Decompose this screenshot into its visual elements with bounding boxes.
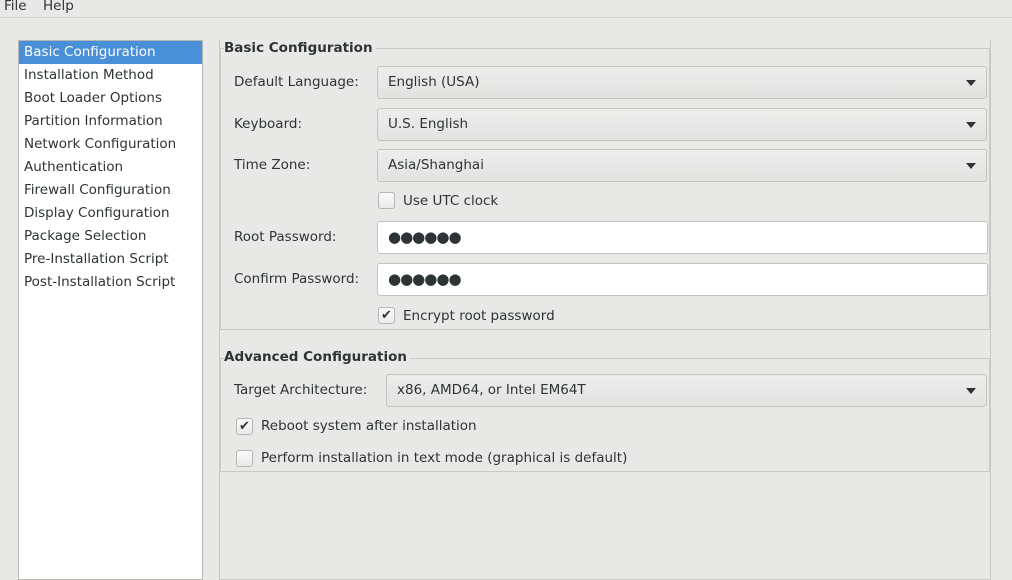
keyboard-label: Keyboard:	[234, 116, 303, 132]
encrypt-root-password-label: Encrypt root password	[403, 308, 555, 324]
advanced-configuration-title: Advanced Configuration	[224, 349, 410, 365]
target-architecture-label: Target Architecture:	[234, 382, 368, 398]
keyboard-value: U.S. English	[388, 116, 469, 132]
sidebar-item-installation-method[interactable]: Installation Method	[19, 64, 202, 87]
checkmark-icon: ✔	[239, 419, 250, 434]
confirm-password-input[interactable]: ●●●●●●	[377, 263, 988, 296]
basic-configuration-title: Basic Configuration	[224, 40, 376, 56]
default-language-value: English (USA)	[388, 74, 480, 90]
chevron-down-icon	[966, 388, 976, 394]
sidebar-item-post-installation-script[interactable]: Post-Installation Script	[19, 271, 202, 294]
menu-file[interactable]: File	[4, 0, 27, 14]
checkmark-icon: ✔	[381, 308, 392, 323]
root-password-label: Root Password:	[234, 229, 337, 245]
text-mode-install-label: Perform installation in text mode (graph…	[261, 450, 628, 466]
chevron-down-icon	[966, 163, 976, 169]
text-mode-install-checkbox[interactable]	[236, 450, 253, 467]
sidebar-item-partition-information[interactable]: Partition Information	[19, 110, 202, 133]
default-language-dropdown[interactable]: English (USA)	[377, 66, 987, 99]
chevron-down-icon	[966, 80, 976, 86]
time-zone-label: Time Zone:	[234, 157, 311, 173]
sidebar-item-network-configuration[interactable]: Network Configuration	[19, 133, 202, 156]
sidebar-item-package-selection[interactable]: Package Selection	[19, 225, 202, 248]
reboot-after-install-checkbox[interactable]: ✔	[236, 418, 253, 435]
default-language-label: Default Language:	[234, 74, 359, 90]
chevron-down-icon	[966, 122, 976, 128]
use-utc-clock-checkbox[interactable]	[378, 192, 395, 209]
reboot-after-install-label: Reboot system after installation	[261, 418, 477, 434]
sidebar-item-display-configuration[interactable]: Display Configuration	[19, 202, 202, 225]
menu-help[interactable]: Help	[43, 0, 74, 14]
target-architecture-dropdown[interactable]: x86, AMD64, or Intel EM64T	[386, 374, 987, 407]
section-list: Basic Configuration Installation Method …	[18, 40, 203, 580]
time-zone-dropdown[interactable]: Asia/Shanghai	[377, 149, 987, 182]
use-utc-clock-label: Use UTC clock	[403, 193, 499, 209]
confirm-password-label: Confirm Password:	[234, 271, 360, 287]
sidebar-item-boot-loader-options[interactable]: Boot Loader Options	[19, 87, 202, 110]
sidebar-item-firewall-configuration[interactable]: Firewall Configuration	[19, 179, 202, 202]
sidebar-item-basic-configuration[interactable]: Basic Configuration	[19, 41, 202, 64]
time-zone-value: Asia/Shanghai	[388, 157, 484, 173]
keyboard-dropdown[interactable]: U.S. English	[377, 108, 987, 141]
target-architecture-value: x86, AMD64, or Intel EM64T	[397, 382, 586, 398]
encrypt-root-password-checkbox[interactable]: ✔	[378, 307, 395, 324]
sidebar-item-authentication[interactable]: Authentication	[19, 156, 202, 179]
menubar: File Help	[0, 0, 1012, 18]
root-password-input[interactable]: ●●●●●●	[377, 221, 988, 254]
sidebar-item-pre-installation-script[interactable]: Pre-Installation Script	[19, 248, 202, 271]
